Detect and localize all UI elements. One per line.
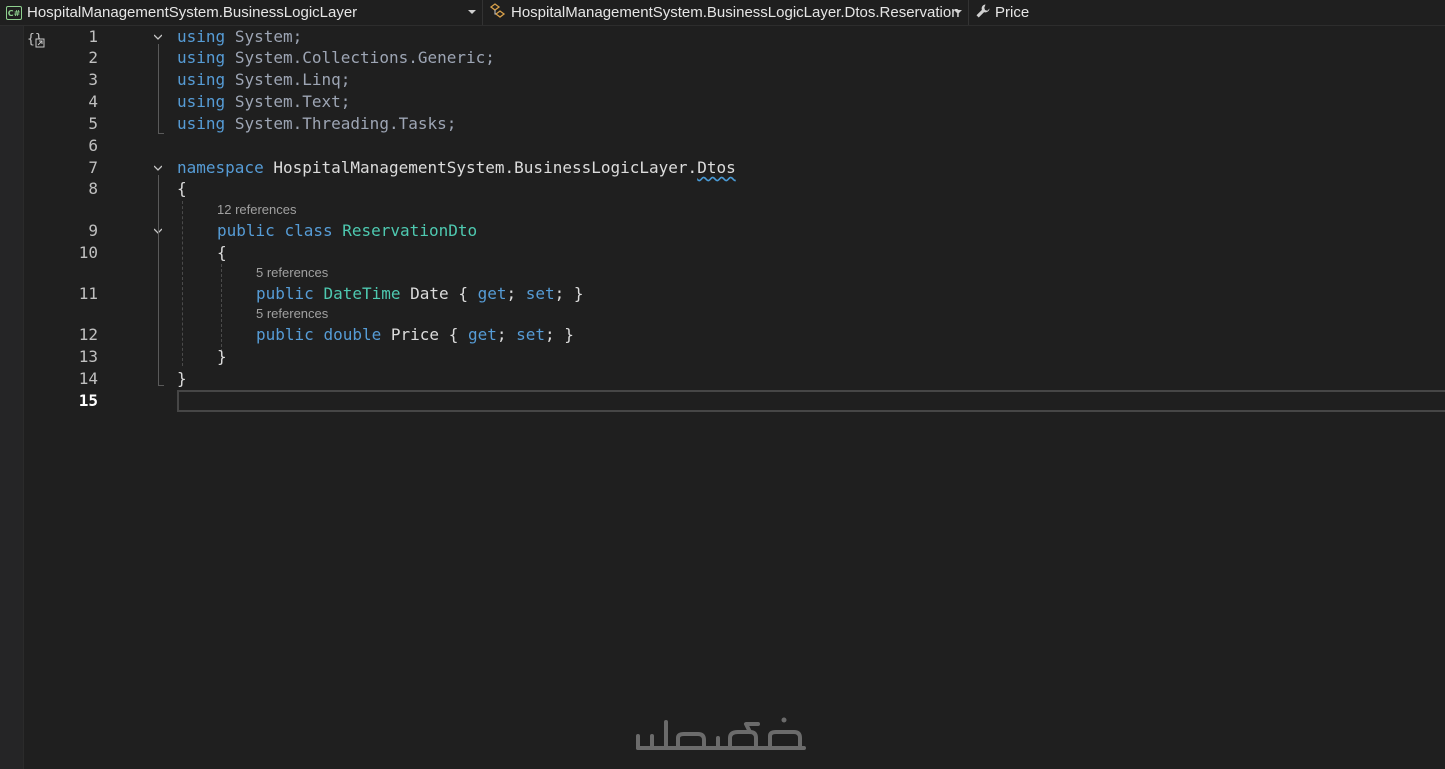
line-number: 8	[88, 179, 98, 198]
brace: {	[217, 243, 227, 262]
project-dropdown[interactable]: C# HospitalManagementSystem.BusinessLogi…	[0, 0, 483, 25]
chevron-down-icon	[954, 10, 962, 14]
line-number: 10	[78, 243, 98, 262]
code-line: 9 public class ReservationDto	[24, 220, 1445, 242]
keyword: namespace	[177, 158, 264, 177]
brace: {	[177, 179, 187, 198]
code-line: 2 using System.Collections.Generic;	[24, 47, 1445, 69]
class-icon	[489, 2, 507, 23]
keyword: class	[284, 221, 333, 240]
code-line: 5 using System.Threading.Tasks;	[24, 113, 1445, 135]
namespace-token: System	[234, 27, 293, 46]
line-number: 5	[88, 114, 98, 133]
property-name: Date	[410, 284, 449, 303]
line-number: 11	[78, 284, 98, 303]
keyword: set	[516, 325, 546, 344]
keyword: using	[177, 27, 226, 46]
keyword: public	[256, 325, 314, 344]
type-name: DateTime	[323, 284, 401, 303]
line-number: 2	[88, 48, 98, 67]
namespace-token: Text	[302, 92, 341, 111]
line-number: 3	[88, 70, 98, 89]
code-line: 4 using System.Text;	[24, 91, 1445, 113]
keyword: double	[323, 325, 382, 344]
namespace-token: Threading.Tasks	[302, 114, 447, 133]
namespace-token: Linq	[302, 70, 341, 89]
code-line: 10 {	[24, 242, 1445, 264]
keyword: using	[177, 92, 226, 111]
code-editor[interactable]: 1 using System; 2 using System.Collectio…	[24, 26, 1445, 769]
code-line: 12 public double Price { get; set; }	[24, 324, 1445, 346]
line-number: 4	[88, 92, 98, 111]
brace: }	[177, 369, 187, 388]
line-number: 1	[88, 27, 98, 46]
keyword: using	[177, 114, 226, 133]
price-references-codelens[interactable]: 5 references	[256, 305, 328, 323]
wrench-icon	[975, 3, 991, 23]
member-dropdown[interactable]: Price	[969, 0, 1445, 25]
property-name: Price	[390, 325, 440, 344]
line-number: 6	[88, 136, 98, 155]
line-number: 12	[78, 325, 98, 344]
keyword: public	[217, 221, 275, 240]
line-number: 15	[78, 391, 98, 410]
line-number: 14	[78, 369, 98, 388]
keyword: get	[467, 325, 497, 344]
chevron-down-icon	[468, 10, 476, 14]
project-dropdown-label: HospitalManagementSystem.BusinessLogicLa…	[27, 4, 358, 21]
date-references-codelens[interactable]: 5 references	[256, 264, 328, 282]
type-dropdown[interactable]: HospitalManagementSystem.BusinessLogicLa…	[483, 0, 969, 25]
code-line: 3 using System.Linq;	[24, 69, 1445, 91]
line-number: 13	[78, 347, 98, 366]
keyword: public	[256, 284, 314, 303]
keyword: get	[477, 284, 507, 303]
line-number: 9	[88, 221, 98, 240]
brace: }	[217, 347, 227, 366]
namespace-token: System	[234, 114, 293, 133]
code-line: 8 {	[24, 178, 1445, 200]
namespace-token: System	[234, 48, 293, 67]
code-line: 7 namespace HospitalManagementSystem.Bus…	[24, 157, 1445, 179]
code-line: 1 using System;	[24, 26, 1445, 48]
namespace-token: Collections.Generic	[302, 48, 486, 67]
namespace-last-segment[interactable]: Dtos	[697, 158, 736, 177]
class-references-codelens[interactable]: 12 references	[217, 201, 297, 219]
csharp-project-icon: C#	[6, 5, 22, 20]
keyword: using	[177, 70, 226, 89]
class-name: ReservationDto	[342, 221, 478, 240]
namespace-token: System	[234, 70, 293, 89]
watermark-logo	[634, 712, 812, 760]
code-line: 13 }	[24, 346, 1445, 368]
member-dropdown-label: Price	[995, 4, 1030, 21]
type-dropdown-label: HospitalManagementSystem.BusinessLogicLa…	[511, 4, 960, 21]
navigation-bar: C# HospitalManagementSystem.BusinessLogi…	[0, 0, 1445, 26]
editor-margin-strip	[0, 26, 24, 769]
code-line: 11 public DateTime Date { get; set; }	[24, 283, 1445, 305]
code-line[interactable]: 15	[24, 390, 1445, 412]
line-number: 7	[88, 158, 98, 177]
namespace-token: System	[234, 92, 293, 111]
keyword: set	[525, 284, 555, 303]
code-line: 14 }	[24, 368, 1445, 390]
namespace-name: HospitalManagementSystem.BusinessLogicLa…	[273, 158, 698, 177]
keyword: using	[177, 48, 226, 67]
code-line: 6	[24, 135, 1445, 157]
